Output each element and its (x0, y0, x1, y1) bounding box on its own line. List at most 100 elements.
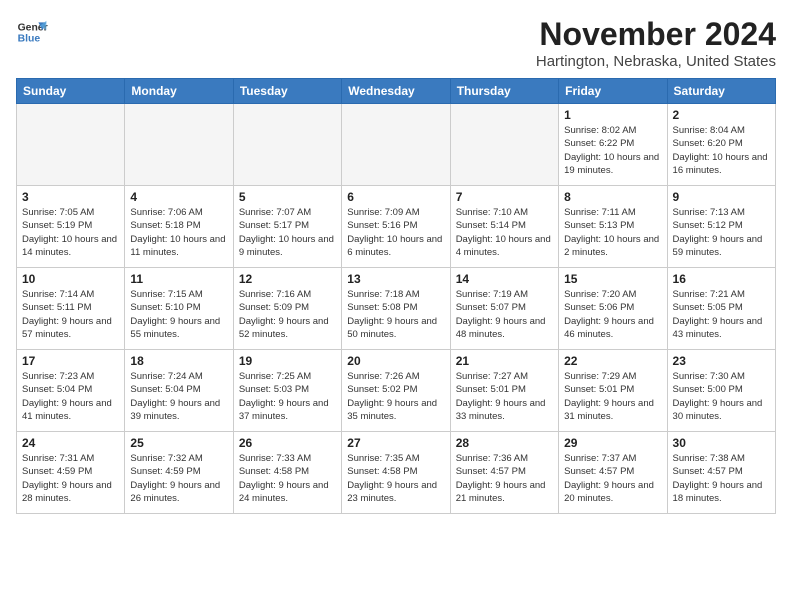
calendar-week-row: 17Sunrise: 7:23 AM Sunset: 5:04 PM Dayli… (17, 350, 776, 432)
day-number: 26 (239, 436, 336, 450)
calendar-cell: 25 Sunrise: 7:32 AM Sunset: 4:59 PM Dayli… (125, 432, 233, 514)
calendar-cell: 17Sunrise: 7:23 AM Sunset: 5:04 PM Dayli… (17, 350, 125, 432)
calendar-cell: 5 Sunrise: 7:07 AM Sunset: 5:17 PM Daylig… (233, 186, 341, 268)
day-number: 15 (564, 272, 661, 286)
calendar-cell: 19 Sunrise: 7:25 AM Sunset: 5:03 PM Dayli… (233, 350, 341, 432)
svg-text:Blue: Blue (18, 34, 41, 45)
calendar-cell: 28Sunrise: 7:36 AM Sunset: 4:57 PM Dayli… (450, 432, 558, 514)
calendar-cell: 9 Sunrise: 7:13 AM Sunset: 5:12 PM Daylig… (667, 186, 775, 268)
day-number: 13 (347, 272, 444, 286)
day-info: Sunrise: 7:36 AM Sunset: 4:57 PM Dayligh… (456, 452, 553, 505)
calendar-cell: 7 Sunrise: 7:10 AM Sunset: 5:14 PM Daylig… (450, 186, 558, 268)
day-of-week-header: Thursday (450, 79, 558, 104)
day-info: Sunrise: 7:06 AM Sunset: 5:18 PM Dayligh… (130, 206, 227, 259)
calendar-cell: 11 Sunrise: 7:15 AM Sunset: 5:10 PM Dayli… (125, 268, 233, 350)
calendar-week-row: 10Sunrise: 7:14 AM Sunset: 5:11 PM Dayli… (17, 268, 776, 350)
day-info: Sunrise: 7:20 AM Sunset: 5:06 PM Dayligh… (564, 288, 661, 341)
calendar-cell: 2 Sunrise: 8:04 AM Sunset: 6:20 PM Daylig… (667, 104, 775, 186)
calendar-cell: 10Sunrise: 7:14 AM Sunset: 5:11 PM Dayli… (17, 268, 125, 350)
day-info: Sunrise: 7:10 AM Sunset: 5:14 PM Dayligh… (456, 206, 553, 259)
calendar-cell (342, 104, 450, 186)
day-number: 12 (239, 272, 336, 286)
day-info: Sunrise: 7:23 AM Sunset: 5:04 PM Dayligh… (22, 370, 119, 423)
calendar-cell: 21 Sunrise: 7:27 AM Sunset: 5:01 PM Dayli… (450, 350, 558, 432)
day-info: Sunrise: 7:15 AM Sunset: 5:10 PM Dayligh… (130, 288, 227, 341)
day-info: Sunrise: 7:38 AM Sunset: 4:57 PM Dayligh… (673, 452, 770, 505)
logo-icon: General Blue (16, 16, 48, 48)
day-number: 29 (564, 436, 661, 450)
day-number: 6 (347, 190, 444, 204)
day-info: Sunrise: 7:14 AM Sunset: 5:11 PM Dayligh… (22, 288, 119, 341)
calendar-cell: 26 Sunrise: 7:33 AM Sunset: 4:58 PM Dayli… (233, 432, 341, 514)
calendar-header-row: SundayMondayTuesdayWednesdayThursdayFrid… (17, 79, 776, 104)
day-info: Sunrise: 7:07 AM Sunset: 5:17 PM Dayligh… (239, 206, 336, 259)
day-number: 21 (456, 354, 553, 368)
calendar-cell: 30Sunrise: 7:38 AM Sunset: 4:57 PM Dayli… (667, 432, 775, 514)
day-number: 1 (564, 108, 661, 122)
day-info: Sunrise: 7:33 AM Sunset: 4:58 PM Dayligh… (239, 452, 336, 505)
day-info: Sunrise: 7:27 AM Sunset: 5:01 PM Dayligh… (456, 370, 553, 423)
calendar-cell: 24Sunrise: 7:31 AM Sunset: 4:59 PM Dayli… (17, 432, 125, 514)
calendar-cell: 20 Sunrise: 7:26 AM Sunset: 5:02 PM Dayli… (342, 350, 450, 432)
day-of-week-header: Saturday (667, 79, 775, 104)
day-info: Sunrise: 8:04 AM Sunset: 6:20 PM Dayligh… (673, 124, 770, 177)
day-number: 23 (673, 354, 770, 368)
day-of-week-header: Sunday (17, 79, 125, 104)
calendar-cell: 8 Sunrise: 7:11 AM Sunset: 5:13 PM Daylig… (559, 186, 667, 268)
day-info: Sunrise: 7:30 AM Sunset: 5:00 PM Dayligh… (673, 370, 770, 423)
day-info: Sunrise: 7:25 AM Sunset: 5:03 PM Dayligh… (239, 370, 336, 423)
day-info: Sunrise: 7:26 AM Sunset: 5:02 PM Dayligh… (347, 370, 444, 423)
day-of-week-header: Monday (125, 79, 233, 104)
calendar-cell: 29 Sunrise: 7:37 AM Sunset: 4:57 PM Dayli… (559, 432, 667, 514)
calendar-cell: 4 Sunrise: 7:06 AM Sunset: 5:18 PM Daylig… (125, 186, 233, 268)
calendar-cell: 15 Sunrise: 7:20 AM Sunset: 5:06 PM Dayli… (559, 268, 667, 350)
day-info: Sunrise: 7:32 AM Sunset: 4:59 PM Dayligh… (130, 452, 227, 505)
day-info: Sunrise: 7:35 AM Sunset: 4:58 PM Dayligh… (347, 452, 444, 505)
calendar-cell: 3Sunrise: 7:05 AM Sunset: 5:19 PM Daylig… (17, 186, 125, 268)
day-number: 11 (130, 272, 227, 286)
calendar-cell (125, 104, 233, 186)
day-info: Sunrise: 7:19 AM Sunset: 5:07 PM Dayligh… (456, 288, 553, 341)
calendar-cell: 27Sunrise: 7:35 AM Sunset: 4:58 PM Dayli… (342, 432, 450, 514)
day-number: 5 (239, 190, 336, 204)
location-title: Hartington, Nebraska, United States (536, 53, 776, 70)
day-number: 22 (564, 354, 661, 368)
day-of-week-header: Friday (559, 79, 667, 104)
day-number: 16 (673, 272, 770, 286)
day-number: 14 (456, 272, 553, 286)
calendar-table: SundayMondayTuesdayWednesdayThursdayFrid… (16, 78, 776, 514)
month-title: November 2024 (536, 16, 776, 53)
day-number: 8 (564, 190, 661, 204)
day-number: 4 (130, 190, 227, 204)
day-info: Sunrise: 7:37 AM Sunset: 4:57 PM Dayligh… (564, 452, 661, 505)
day-info: Sunrise: 7:05 AM Sunset: 5:19 PM Dayligh… (22, 206, 119, 259)
day-info: Sunrise: 7:09 AM Sunset: 5:16 PM Dayligh… (347, 206, 444, 259)
day-number: 9 (673, 190, 770, 204)
day-info: Sunrise: 7:11 AM Sunset: 5:13 PM Dayligh… (564, 206, 661, 259)
day-info: Sunrise: 7:29 AM Sunset: 5:01 PM Dayligh… (564, 370, 661, 423)
logo: General Blue (16, 16, 48, 48)
calendar-cell: 16 Sunrise: 7:21 AM Sunset: 5:05 PM Dayli… (667, 268, 775, 350)
day-number: 24 (22, 436, 119, 450)
day-number: 20 (347, 354, 444, 368)
calendar-cell: 18Sunrise: 7:24 AM Sunset: 5:04 PM Dayli… (125, 350, 233, 432)
day-info: Sunrise: 7:16 AM Sunset: 5:09 PM Dayligh… (239, 288, 336, 341)
day-info: Sunrise: 8:02 AM Sunset: 6:22 PM Dayligh… (564, 124, 661, 177)
calendar-cell: 1 Sunrise: 8:02 AM Sunset: 6:22 PM Daylig… (559, 104, 667, 186)
calendar-week-row: 24Sunrise: 7:31 AM Sunset: 4:59 PM Dayli… (17, 432, 776, 514)
title-block: November 2024 Hartington, Nebraska, Unit… (536, 16, 776, 70)
day-info: Sunrise: 7:18 AM Sunset: 5:08 PM Dayligh… (347, 288, 444, 341)
day-number: 19 (239, 354, 336, 368)
day-info: Sunrise: 7:13 AM Sunset: 5:12 PM Dayligh… (673, 206, 770, 259)
calendar-cell (450, 104, 558, 186)
day-number: 7 (456, 190, 553, 204)
calendar-cell: 14 Sunrise: 7:19 AM Sunset: 5:07 PM Dayli… (450, 268, 558, 350)
day-info: Sunrise: 7:21 AM Sunset: 5:05 PM Dayligh… (673, 288, 770, 341)
calendar-cell (17, 104, 125, 186)
calendar-cell (233, 104, 341, 186)
calendar-week-row: 3Sunrise: 7:05 AM Sunset: 5:19 PM Daylig… (17, 186, 776, 268)
calendar-cell: 22 Sunrise: 7:29 AM Sunset: 5:01 PM Dayli… (559, 350, 667, 432)
day-number: 18 (130, 354, 227, 368)
day-number: 25 (130, 436, 227, 450)
day-number: 2 (673, 108, 770, 122)
